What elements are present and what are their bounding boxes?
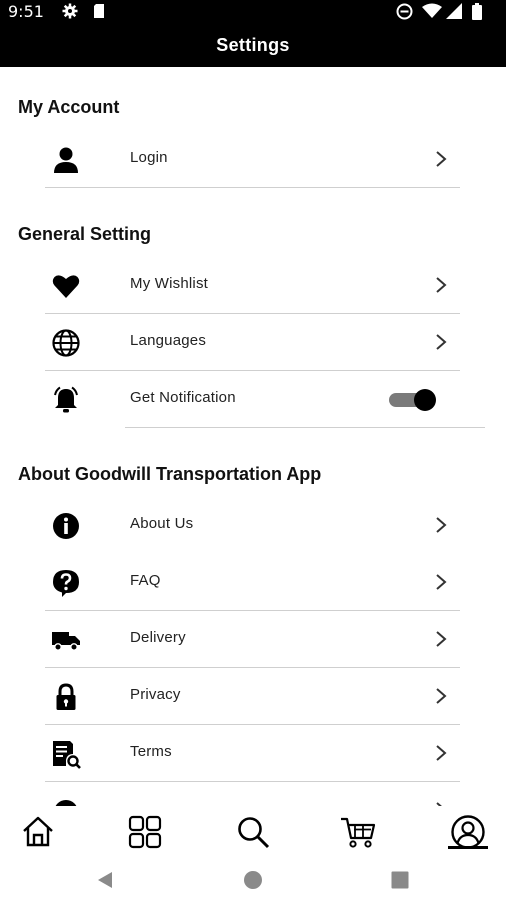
back-icon[interactable] bbox=[95, 870, 115, 890]
section-title-my-account: My Account bbox=[18, 97, 120, 117]
settings-item-delivery[interactable]: Delivery bbox=[45, 611, 460, 667]
bottom-navigation bbox=[0, 806, 506, 854]
info-icon bbox=[53, 513, 79, 539]
settings-item-label: Languages bbox=[130, 332, 207, 349]
globe-icon bbox=[52, 329, 80, 357]
settings-gear-icon bbox=[62, 3, 78, 19]
system-navigation-bar bbox=[0, 856, 506, 900]
settings-item-get-notification[interactable]: Get Notification bbox=[45, 371, 460, 427]
wifi-icon bbox=[422, 3, 442, 18]
settings-item-label: FAQ bbox=[130, 572, 161, 589]
document-search-icon bbox=[53, 741, 81, 769]
chevron-right-icon bbox=[436, 277, 447, 293]
settings-item-label: Privacy bbox=[130, 686, 181, 703]
divider bbox=[125, 427, 485, 428]
settings-item-my-wishlist[interactable]: My Wishlist bbox=[45, 257, 460, 313]
divider bbox=[45, 187, 460, 188]
chevron-right-icon bbox=[436, 151, 447, 167]
settings-item-label: Delivery bbox=[130, 629, 186, 646]
heart-icon bbox=[52, 275, 80, 298]
page-title: Settings bbox=[216, 35, 290, 55]
chevron-right-icon bbox=[436, 517, 447, 533]
question-icon bbox=[53, 570, 79, 597]
cart-icon[interactable] bbox=[340, 814, 376, 850]
chevron-right-icon bbox=[436, 688, 447, 704]
settings-list[interactable]: My Account Login General Setting My Wish… bbox=[0, 67, 506, 807]
settings-item-terms[interactable]: Terms bbox=[45, 725, 460, 781]
grid-icon[interactable] bbox=[127, 814, 163, 850]
app-bar: Settings bbox=[0, 24, 506, 67]
battery-icon bbox=[472, 3, 482, 20]
section-title-about-app: About Goodwill Transportation App bbox=[18, 464, 322, 484]
settings-item-label: Terms bbox=[130, 743, 172, 760]
home-button-icon[interactable] bbox=[243, 870, 263, 890]
person-icon bbox=[54, 147, 78, 173]
chevron-right-icon bbox=[436, 334, 447, 350]
settings-item-label: About Us bbox=[130, 515, 194, 532]
settings-item-label: My Wishlist bbox=[130, 275, 209, 292]
profile-icon[interactable] bbox=[450, 814, 486, 850]
search-icon[interactable] bbox=[235, 814, 271, 850]
status-time: 9:51 bbox=[8, 2, 44, 21]
settings-item-faq[interactable]: FAQ bbox=[45, 554, 460, 610]
settings-item-privacy[interactable]: Privacy bbox=[45, 668, 460, 724]
status-bar: 9:51 bbox=[0, 0, 506, 24]
settings-item-about-us[interactable]: About Us bbox=[45, 497, 460, 553]
recents-icon[interactable] bbox=[390, 870, 410, 890]
settings-item-login[interactable]: Login bbox=[45, 131, 460, 187]
chevron-right-icon bbox=[436, 574, 447, 590]
chevron-right-icon bbox=[436, 745, 447, 761]
bell-icon bbox=[54, 386, 78, 413]
truck-icon bbox=[52, 632, 80, 651]
settings-item-label: Get Notification bbox=[130, 389, 236, 406]
settings-item-label: Login bbox=[130, 149, 168, 166]
sim-card-icon bbox=[94, 4, 104, 18]
active-tab-indicator bbox=[448, 846, 488, 849]
do-not-disturb-icon bbox=[396, 3, 413, 20]
signal-icon bbox=[446, 3, 462, 19]
notification-toggle[interactable] bbox=[388, 389, 438, 411]
settings-item-languages[interactable]: Languages bbox=[45, 314, 460, 370]
lock-icon bbox=[56, 683, 76, 710]
settings-item-partial[interactable] bbox=[45, 782, 460, 807]
section-title-general-setting: General Setting bbox=[18, 224, 152, 244]
chevron-right-icon bbox=[436, 631, 447, 647]
home-icon[interactable] bbox=[20, 814, 56, 850]
